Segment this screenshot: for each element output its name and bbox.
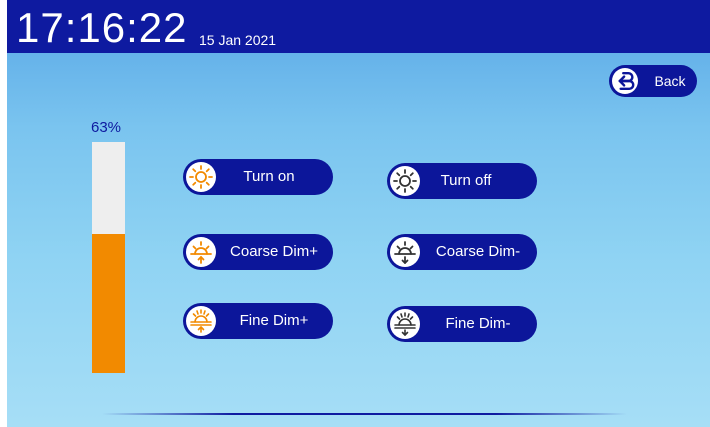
- coarse-dim-plus-label: Coarse Dim+: [230, 243, 318, 260]
- level-bar: [92, 142, 125, 373]
- level-bar-fill: [92, 234, 125, 373]
- clock-date: 15 Jan 2021: [199, 32, 277, 48]
- sunrise-up-icon: [186, 237, 216, 267]
- sunset-fine-down-icon: [390, 309, 420, 339]
- fine-dim-minus-label: Fine Dim-: [445, 315, 511, 332]
- coarse-dim-plus-button[interactable]: Coarse Dim+: [183, 234, 333, 270]
- sun-icon: [186, 162, 216, 192]
- turn-on-button[interactable]: Turn on: [183, 159, 333, 195]
- coarse-dim-minus-label: Coarse Dim-: [435, 243, 521, 260]
- fine-dim-minus-button[interactable]: Fine Dim-: [387, 306, 537, 342]
- status-header: 17:16:22 15 Jan 2021: [7, 0, 710, 53]
- back-arrow-icon: [612, 68, 638, 94]
- fine-dim-plus-label: Fine Dim+: [239, 312, 309, 329]
- screen: 17:16:22 15 Jan 2021 Back 63% Turn on Tu…: [7, 0, 710, 427]
- back-button[interactable]: Back: [609, 65, 697, 97]
- sunrise-fine-up-icon: [186, 306, 216, 336]
- sunset-down-icon: [390, 237, 420, 267]
- level-percent: 63%: [91, 119, 122, 136]
- sun-outline-icon: [390, 166, 420, 196]
- back-button-label: Back: [654, 73, 686, 89]
- clock-time: 17:16:22: [16, 4, 188, 51]
- footer-divider: [102, 413, 627, 415]
- turn-off-button[interactable]: Turn off: [387, 163, 537, 199]
- turn-on-label: Turn on: [243, 168, 295, 185]
- coarse-dim-minus-button[interactable]: Coarse Dim-: [387, 234, 537, 270]
- turn-off-label: Turn off: [440, 172, 492, 189]
- fine-dim-plus-button[interactable]: Fine Dim+: [183, 303, 333, 339]
